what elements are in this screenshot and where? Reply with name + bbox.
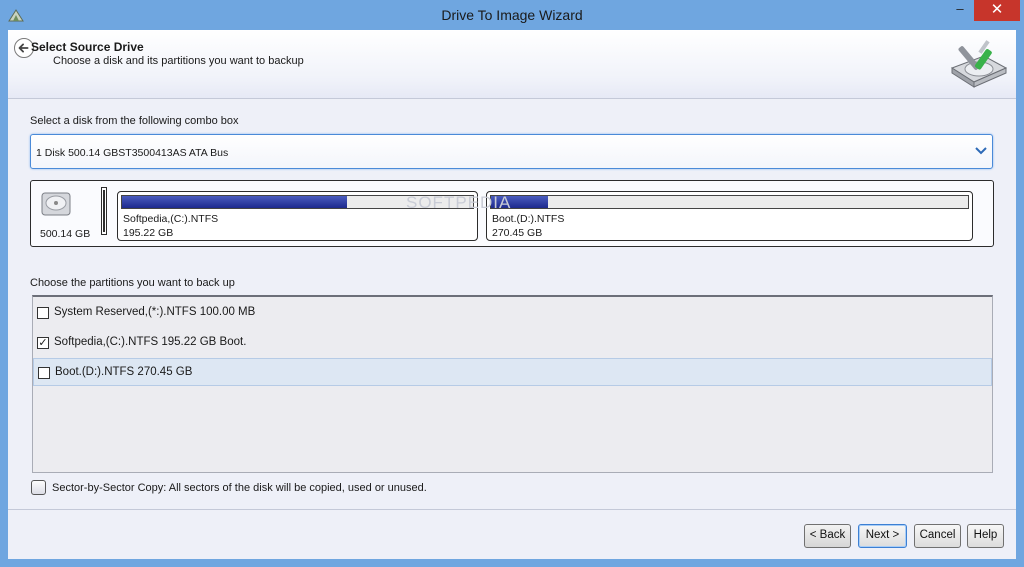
list-item[interactable]: ✓ Softpedia,(C:).NTFS 195.22 GB Boot. <box>33 329 992 357</box>
hard-disk-icon <box>41 192 71 216</box>
partition-block-d[interactable]: Boot.(D:).NTFS 270.45 GB <box>486 191 973 241</box>
disk-size: 500.14 GB <box>40 228 91 240</box>
page-title: Select Source Drive <box>31 40 144 54</box>
partition-checkbox[interactable] <box>38 367 50 379</box>
watermark: SOFTPEDIA <box>406 193 512 212</box>
window-title: Drive To Image Wizard <box>441 7 583 23</box>
list-item[interactable]: Boot.(D:).NTFS 270.45 GB <box>33 358 992 386</box>
partition-item-label: Softpedia,(C:).NTFS 195.22 GB Boot. <box>54 336 247 348</box>
partition-usage-fill <box>122 196 347 208</box>
partition-size: 195.22 GB <box>123 227 174 239</box>
system-reserved-partition-bar[interactable] <box>101 187 107 235</box>
drive-tools-icon <box>950 40 1008 88</box>
close-button[interactable]: ✕ <box>974 0 1020 21</box>
wizard-client-area: Select Source Drive Choose a disk and it… <box>8 30 1016 559</box>
page-subtitle: Choose a disk and its partitions you wan… <box>53 55 304 67</box>
partition-list-label: Choose the partitions you want to back u… <box>30 277 235 289</box>
sector-copy-label: Sector-by-Sector Copy: All sectors of th… <box>52 482 427 494</box>
disk-map: 500.14 GB Softpedia,(C:).NTFS 195.22 GB … <box>30 180 994 247</box>
partition-list: System Reserved,(*:).NTFS 100.00 MB ✓ So… <box>32 295 993 473</box>
partition-item-label: Boot.(D:).NTFS 270.45 GB <box>55 366 193 378</box>
partition-checkbox[interactable]: ✓ <box>37 337 49 349</box>
cancel-button[interactable]: Cancel <box>914 524 961 548</box>
chevron-down-icon[interactable] <box>975 145 987 157</box>
minimize-button[interactable]: – <box>946 0 974 22</box>
disk-select-label: Select a disk from the following combo b… <box>30 115 239 127</box>
list-item[interactable]: System Reserved,(*:).NTFS 100.00 MB <box>33 299 992 327</box>
partition-checkbox[interactable] <box>37 307 49 319</box>
partition-usage-bar <box>490 195 969 209</box>
partition-size: 270.45 GB <box>492 227 543 239</box>
title-bar[interactable]: Drive To Image Wizard – ✕ <box>0 0 1024 30</box>
wizard-header: Select Source Drive Choose a disk and it… <box>8 30 1016 99</box>
partition-name: Softpedia,(C:).NTFS <box>123 213 219 225</box>
back-button[interactable]: < Back <box>804 524 851 548</box>
sector-copy-checkbox[interactable] <box>31 480 46 495</box>
wizard-footer: < Back Next > Cancel Help <box>8 509 1016 559</box>
wizard-body: Select a disk from the following combo b… <box>8 100 1016 509</box>
help-button[interactable]: Help <box>967 524 1004 548</box>
disk-combo-value: 1 Disk 500.14 GBST3500413AS ATA Bus <box>36 147 229 159</box>
next-button[interactable]: Next > <box>858 524 907 548</box>
partition-name: Boot.(D:).NTFS <box>492 213 565 225</box>
disk-combo-box[interactable]: 1 Disk 500.14 GBST3500413AS ATA Bus <box>30 134 993 169</box>
partition-item-label: System Reserved,(*:).NTFS 100.00 MB <box>54 306 256 318</box>
wizard-window: Drive To Image Wizard – ✕ Select Source … <box>0 0 1024 567</box>
